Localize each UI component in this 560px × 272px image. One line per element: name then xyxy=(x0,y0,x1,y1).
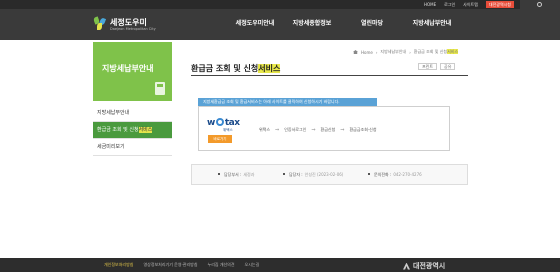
sidebar-item-refund[interactable]: 환급금 조회 및 신청서비스 xyxy=(93,122,172,139)
footer-directions-link[interactable]: 오시는길 xyxy=(245,262,260,268)
main-nav: 세정도우미안내 지방세종합정보 열린마당 지방세납부안내 xyxy=(228,18,462,27)
top-utility-bar: HOME 로그인 사이트맵 대전광역시청 xyxy=(0,0,560,9)
flow-step-apply: 환급신청 xyxy=(320,127,336,132)
calculator-icon xyxy=(155,82,165,95)
breadcrumb-home[interactable]: Home xyxy=(361,50,373,55)
contact-info-box: 담당부서 : 세정과 담당자 : 안성진 (2023-02-06) 문의전화 :04… xyxy=(191,164,468,185)
arrow-right-icon: ⇒ xyxy=(275,127,280,133)
sidebar-item-payment-guide[interactable]: 지방세납부안내 xyxy=(93,105,172,122)
nav-item-guide[interactable]: 세정도우미안내 xyxy=(228,18,282,27)
arrow-right-icon: ⇒ xyxy=(340,127,345,133)
page-tools: 프린트 공유 xyxy=(418,63,456,70)
logo-title: 세정도우미 xyxy=(110,17,147,27)
footer-links: 개인정보처리방침 영상정보처리기기 운영·관리방침 누리집 개선의견 오시는길 xyxy=(104,262,259,268)
print-button[interactable]: 프린트 xyxy=(418,63,438,70)
top-search-button[interactable] xyxy=(520,0,560,9)
footer-city-logo: 대전광역시 xyxy=(403,261,445,271)
wetax-logo[interactable]: w tax xyxy=(207,118,240,128)
flow-step-login: 인증서로그인 xyxy=(284,127,307,132)
footer-feedback-link[interactable]: 누리집 개선의견 xyxy=(208,262,235,268)
arrow-right-icon: ⇒ xyxy=(311,127,316,133)
wetax-flow-box: w tax 위택스 바로가기 위택스 ⇒ 인증서로그인 ⇒ 환급신청 ⇒ 환급금조… xyxy=(198,106,450,151)
process-flow: 위택스 ⇒ 인증서로그인 ⇒ 환급신청 ⇒ 환급금조회·신청 xyxy=(259,127,377,133)
manager-info: 담당자 : 안성진 (2023-02-06) xyxy=(283,172,343,178)
login-link[interactable]: 로그인 xyxy=(444,1,455,8)
go-wetax-button[interactable]: 바로가기 xyxy=(208,135,232,143)
nav-item-open-forum[interactable]: 열린마당 xyxy=(342,18,402,27)
city-logo-icon xyxy=(403,262,410,270)
share-button[interactable]: 공유 xyxy=(440,63,456,70)
breadcrumb-current: 환급금 조회 및 신청서비스 xyxy=(413,49,459,54)
home-icon xyxy=(353,50,358,54)
site-header: 세정도우미 Daejeon Metropolitan City 세정도우미안내 … xyxy=(0,9,560,40)
site-logo[interactable]: 세정도우미 Daejeon Metropolitan City xyxy=(92,16,156,31)
sitemap-link[interactable]: 사이트맵 xyxy=(463,1,478,8)
site-footer: 개인정보처리방침 영상정보처리기기 운영·관리방침 누리집 개선의견 오시는길 … xyxy=(0,258,560,272)
flow-step-wetax: 위택스 xyxy=(259,127,271,132)
nav-item-payment-guide[interactable]: 지방세납부안내 xyxy=(402,18,462,27)
flow-step-check: 환급금조회·신청 xyxy=(349,127,377,132)
city-hall-link[interactable]: 대전광역시청 xyxy=(485,1,514,8)
notice-bar: 지방세환급금 조회 및 환급서비스는 아래 사이트를 클릭하여 신청하시기 바랍… xyxy=(198,98,377,106)
leaf-logo-icon xyxy=(92,16,107,31)
sidebar-title-box: 지방세납부안내 xyxy=(93,42,172,101)
breadcrumb: Home › 지방세납부안내 › 환급금 조회 및 신청서비스 xyxy=(353,49,459,55)
breadcrumb-section[interactable]: 지방세납부안내 xyxy=(380,49,406,55)
sidebar-title: 지방세납부안내 xyxy=(102,64,154,73)
sidebar-item-tax-preview[interactable]: 세금미리보기 xyxy=(93,139,172,156)
logo-subtitle: Daejeon Metropolitan City xyxy=(110,26,156,31)
sidebar-menu: 지방세납부안내 환급금 조회 및 신청서비스 세금미리보기 xyxy=(93,105,172,156)
nav-item-tax-info[interactable]: 지방세종합정보 xyxy=(282,18,342,27)
wetax-circle-icon xyxy=(215,118,224,126)
search-icon xyxy=(537,2,542,7)
page-title: 환급금 조회 및 신청서비스 xyxy=(191,64,281,73)
footer-privacy-link[interactable]: 개인정보처리방침 xyxy=(104,262,133,268)
footer-cctv-link[interactable]: 영상정보처리기기 운영·관리방침 xyxy=(143,262,197,268)
dept-info: 담당부서 : 세정과 xyxy=(218,172,254,178)
home-link[interactable]: HOME xyxy=(424,1,436,8)
title-divider xyxy=(191,75,468,76)
wetax-subtitle: 위택스 xyxy=(223,128,233,132)
phone-info: 문의전화 :042-270-4276 xyxy=(368,172,422,178)
top-links: HOME 로그인 사이트맵 대전광역시청 xyxy=(424,1,514,8)
